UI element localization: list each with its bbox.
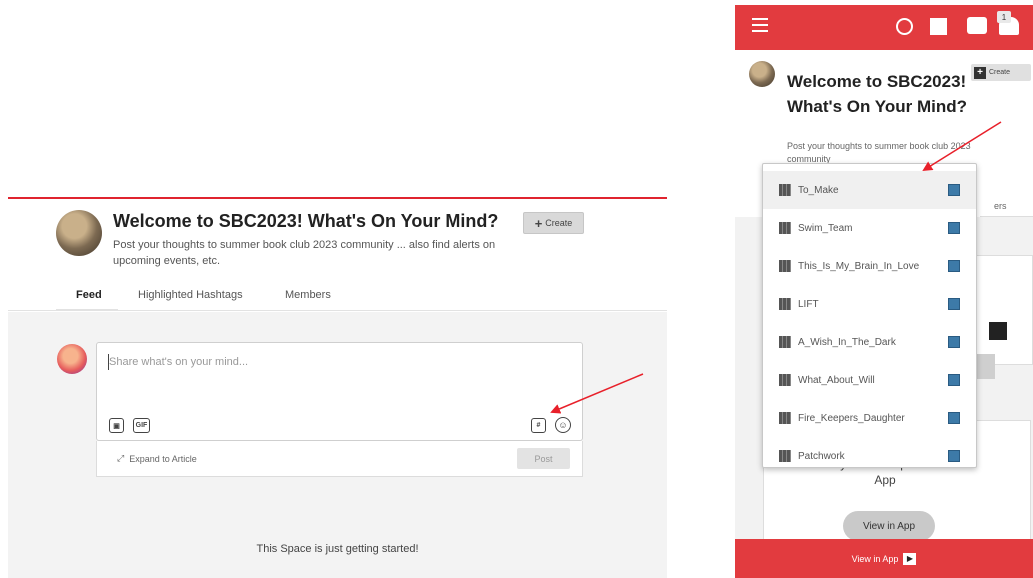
hashtag-option[interactable]: Fire_Keepers_Daughter bbox=[763, 399, 976, 437]
gif-icon[interactable]: GIF bbox=[133, 418, 150, 433]
tab-members-partial[interactable]: ers bbox=[994, 201, 1007, 211]
post-button-partial bbox=[975, 354, 995, 379]
tab-feed[interactable]: Feed bbox=[76, 289, 102, 301]
tag-icon bbox=[948, 184, 960, 196]
hashtag-option[interactable]: Patchwork bbox=[763, 437, 976, 475]
space-tabs: Feed Highlighted Hashtags Members bbox=[8, 283, 667, 311]
tag-icon bbox=[948, 412, 960, 424]
tag-icon bbox=[948, 374, 960, 386]
grid-icon bbox=[779, 450, 791, 462]
grid-icon bbox=[779, 412, 791, 424]
tag-icon bbox=[948, 336, 960, 348]
hashtag-label: To_Make bbox=[798, 184, 839, 196]
mobile-space-view: 1 Welcome to SBC2023! What's On Your Min… bbox=[735, 5, 1033, 578]
hashtag-label: What_About_Will bbox=[798, 374, 875, 386]
post-button[interactable]: Post bbox=[517, 448, 570, 469]
emoji-icon[interactable]: ☺ bbox=[555, 417, 571, 433]
active-tab-indicator bbox=[56, 309, 118, 311]
plus-icon: + bbox=[974, 66, 986, 79]
view-in-app-button[interactable]: View in App bbox=[843, 511, 935, 541]
hashtag-label: This_Is_My_Brain_In_Love bbox=[798, 260, 920, 272]
tag-icon bbox=[948, 450, 960, 462]
grid-icon bbox=[779, 336, 791, 348]
chat-icon[interactable] bbox=[967, 17, 987, 34]
hashtag-option[interactable]: LIFT bbox=[763, 285, 976, 323]
grid-icon bbox=[779, 298, 791, 310]
hashtag-label: A_Wish_In_The_Dark bbox=[798, 336, 896, 348]
post-composer[interactable]: Share what's on your mind... ▣ GIF # ☺ bbox=[96, 342, 583, 441]
grid-icon bbox=[779, 222, 791, 234]
hamburger-menu-icon[interactable] bbox=[752, 18, 768, 32]
notification-badge: 1 bbox=[997, 11, 1011, 23]
tag-icon bbox=[948, 298, 960, 310]
create-button[interactable]: + Create bbox=[523, 212, 584, 234]
hashtag-option[interactable]: This_Is_My_Brain_In_Love bbox=[763, 247, 976, 285]
space-avatar bbox=[56, 210, 102, 256]
header-divider bbox=[8, 197, 667, 199]
composer-footer: ⤢ Expand to Article Post bbox=[96, 441, 583, 477]
empty-state-message: This Space is just getting started! bbox=[256, 543, 419, 555]
expand-to-article[interactable]: ⤢ Expand to Article bbox=[117, 453, 197, 464]
composer-placeholder[interactable]: Share what's on your mind... bbox=[109, 356, 248, 368]
tab-members[interactable]: Members bbox=[285, 289, 331, 301]
hashtag-dropdown: To_Make Swim_Team This_Is_My_Brain_In_Lo… bbox=[762, 163, 977, 468]
hashtag-option[interactable]: What_About_Will bbox=[763, 361, 976, 399]
hashtag-label: Patchwork bbox=[798, 450, 845, 462]
image-upload-icon[interactable]: ▣ bbox=[109, 418, 124, 433]
view-in-app-bar[interactable]: View in App ▶ bbox=[735, 539, 1033, 578]
space-avatar bbox=[749, 61, 775, 87]
plus-icon: + bbox=[534, 215, 543, 231]
view-in-app-bar-label: View in App bbox=[851, 553, 899, 564]
space-title: Welcome to SBC2023! What's On Your Mind? bbox=[787, 72, 968, 116]
play-arrow-icon: ▶ bbox=[903, 552, 917, 565]
color-swatch bbox=[989, 322, 1007, 340]
create-button[interactable]: + Create bbox=[971, 64, 1031, 81]
hashtag-label: LIFT bbox=[798, 298, 819, 310]
search-icon[interactable] bbox=[896, 18, 913, 35]
hashtag-icon[interactable]: # bbox=[531, 418, 546, 433]
grid-icon bbox=[779, 374, 791, 386]
create-label: Create bbox=[989, 69, 1011, 76]
grid-icon bbox=[779, 184, 791, 196]
space-description: Post your thoughts to summer book club 2… bbox=[113, 239, 496, 267]
tag-icon bbox=[948, 260, 960, 272]
space-title: Welcome to SBC2023! What's On Your Mind? bbox=[113, 211, 499, 231]
expand-icon: ⤢ bbox=[117, 453, 125, 463]
expand-label: Expand to Article bbox=[129, 453, 197, 464]
desktop-space-view: Welcome to SBC2023! What's On Your Mind?… bbox=[8, 197, 667, 578]
hashtag-option[interactable]: Swim_Team bbox=[763, 209, 976, 247]
mobile-top-bar: 1 bbox=[735, 5, 1033, 50]
square-icon[interactable] bbox=[930, 18, 947, 35]
hashtag-label: Swim_Team bbox=[798, 222, 853, 234]
tab-highlighted-hashtags[interactable]: Highlighted Hashtags bbox=[138, 289, 243, 301]
user-avatar bbox=[57, 344, 87, 374]
tag-icon bbox=[948, 222, 960, 234]
hashtag-option[interactable]: To_Make bbox=[763, 171, 976, 209]
hashtag-option[interactable]: A_Wish_In_The_Dark bbox=[763, 323, 976, 361]
create-label: Create bbox=[545, 218, 573, 228]
hashtag-label: Fire_Keepers_Daughter bbox=[798, 412, 905, 424]
grid-icon bbox=[779, 260, 791, 272]
